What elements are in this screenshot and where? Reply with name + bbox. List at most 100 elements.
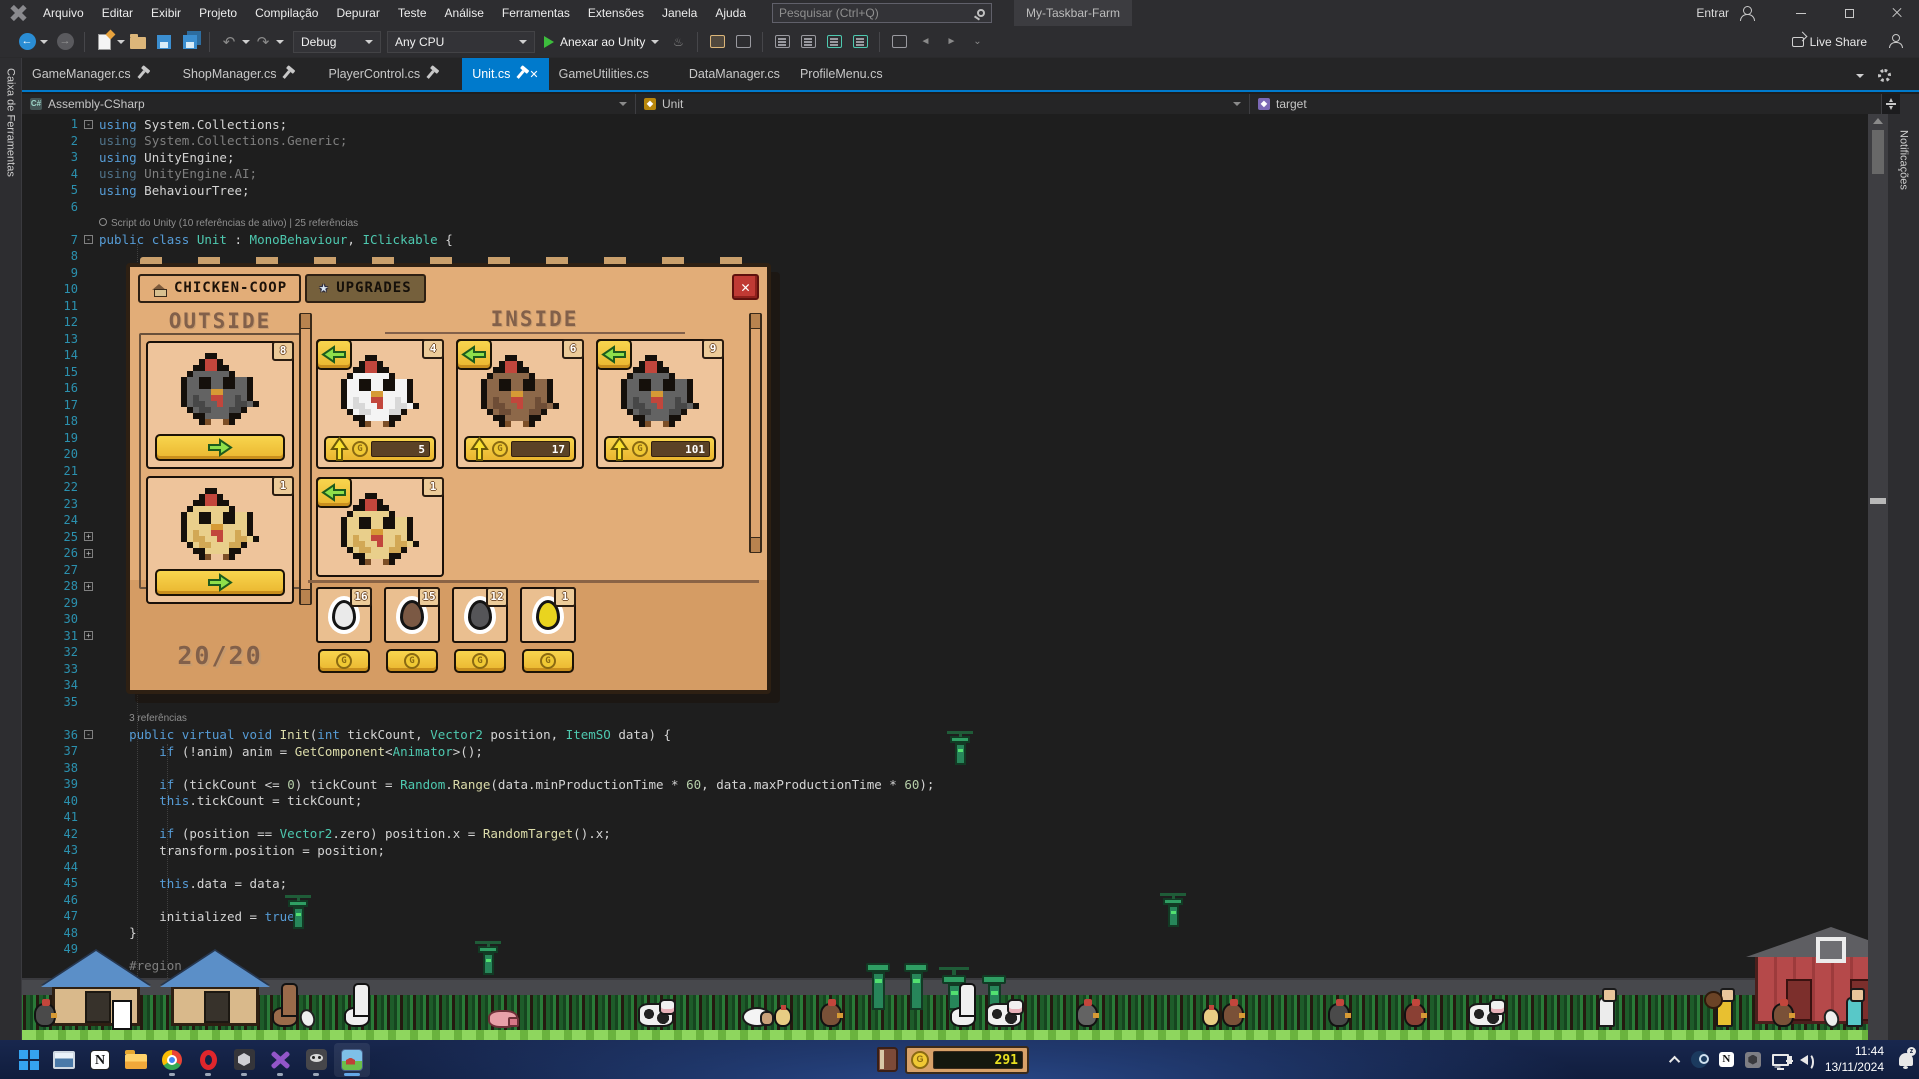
taskbar-app-explorer[interactable] <box>118 1043 154 1077</box>
redo-icon[interactable]: ↷ <box>252 31 274 53</box>
scroll-up-icon[interactable] <box>1873 118 1883 124</box>
navigate-forward-icon[interactable]: → <box>54 31 76 53</box>
sell-egg-button[interactable]: G <box>318 649 370 673</box>
undo-icon[interactable]: ↶ <box>218 31 240 53</box>
pin-icon[interactable] <box>137 70 145 79</box>
save-icon[interactable] <box>153 31 175 53</box>
maximize-button[interactable] <box>1827 0 1871 26</box>
close-game-window-button[interactable]: ✕ <box>732 274 759 300</box>
unity-tray-icon[interactable] <box>1745 1052 1761 1068</box>
new-file-dropdown-icon[interactable] <box>117 40 125 44</box>
tab-GameUtilities.cs[interactable]: GameUtilities.cs <box>549 58 659 90</box>
taskbar-app-unity[interactable] <box>226 1043 262 1077</box>
indent-guides-icon[interactable] <box>797 31 819 53</box>
menu-editar[interactable]: Editar <box>93 0 142 26</box>
minimize-button[interactable] <box>1779 0 1823 26</box>
codelens-references[interactable]: 3 referências <box>99 713 187 724</box>
pin-icon[interactable] <box>427 70 435 79</box>
codelens-references[interactable]: Script do Unity (10 referências de ativo… <box>99 218 358 229</box>
sort-lines-icon[interactable] <box>823 31 845 53</box>
word-wrap-icon[interactable] <box>849 31 871 53</box>
move-outside-button[interactable] <box>456 339 492 370</box>
taskbar-app-windows[interactable] <box>10 1043 46 1077</box>
steam-tray-icon[interactable] <box>1691 1051 1708 1068</box>
sell-egg-button[interactable]: G <box>386 649 438 673</box>
inside-slot-card[interactable]: 4G5 <box>316 339 444 469</box>
scrollbar-thumb[interactable] <box>1872 130 1884 174</box>
sell-egg-button[interactable]: G <box>522 649 574 673</box>
menu-depurar[interactable]: Depurar <box>327 0 388 26</box>
collapse-region-icon[interactable]: - <box>84 730 93 739</box>
game-tab-chicken-coop[interactable]: CHICKEN-COOP <box>138 274 301 303</box>
save-all-icon[interactable] <box>179 31 201 53</box>
upgrade-bar[interactable]: G5 <box>324 436 436 462</box>
feedback-icon[interactable] <box>1889 34 1905 50</box>
inside-slot-card[interactable]: 6G17 <box>456 339 584 469</box>
toolbox-side-tab[interactable]: Caixa de Ferramentas <box>0 58 22 1040</box>
taskbar-app-chrome[interactable] <box>154 1043 190 1077</box>
menu-janela[interactable]: Janela <box>653 0 706 26</box>
pin-icon[interactable] <box>517 70 525 79</box>
coin-counter-widget[interactable]: G 291 <box>905 1046 1029 1074</box>
expand-region-icon[interactable]: + <box>84 631 93 640</box>
project-dropdown[interactable]: C# Assembly-CSharp <box>22 94 636 114</box>
taskbar-app-farm-game[interactable] <box>334 1043 370 1077</box>
solution-configuration-dropdown[interactable]: Debug <box>293 31 381 53</box>
collapse-region-icon[interactable]: - <box>84 235 93 244</box>
bookmark-icon[interactable] <box>888 31 910 53</box>
hot-reload-icon[interactable]: ♨ <box>667 31 689 53</box>
expand-region-icon[interactable]: + <box>84 532 93 541</box>
move-outside-button[interactable] <box>316 477 352 508</box>
taskbar-clock[interactable]: 11:44 13/11/2024 <box>1825 1044 1884 1075</box>
move-outside-button[interactable] <box>596 339 632 370</box>
taskbar-app-notion[interactable]: N <box>82 1043 118 1077</box>
outside-slot-card[interactable]: 8 <box>146 341 294 469</box>
menu-análise[interactable]: Análise <box>436 0 493 26</box>
account-icon[interactable] <box>1739 5 1755 21</box>
expand-region-icon[interactable]: + <box>84 549 93 558</box>
open-file-icon[interactable] <box>127 31 149 53</box>
redo-dropdown-icon[interactable] <box>276 40 284 44</box>
close-window-button[interactable] <box>1875 0 1919 26</box>
sign-in-button[interactable]: Entrar <box>1696 6 1729 20</box>
menu-teste[interactable]: Teste <box>389 0 436 26</box>
collapse-region-icon[interactable]: - <box>84 120 93 129</box>
toolbar-overflow-icon[interactable]: ⌄ <box>966 31 988 53</box>
taskbar-app-task-manager[interactable] <box>46 1043 82 1077</box>
menu-extensões[interactable]: Extensões <box>579 0 653 26</box>
gear-icon[interactable] <box>1878 69 1891 82</box>
notification-bell-icon[interactable] <box>1899 1053 1913 1066</box>
close-tab-icon[interactable]: ✕ <box>529 68 538 81</box>
menu-compilação[interactable]: Compilação <box>246 0 327 26</box>
egg-slot-dark[interactable]: 12 <box>452 587 508 643</box>
new-file-icon[interactable] <box>93 31 115 53</box>
inside-slot-card[interactable]: 1 <box>316 477 444 577</box>
egg-slot-brown[interactable]: 15 <box>384 587 440 643</box>
egg-slot-white[interactable]: 16 <box>316 587 372 643</box>
solution-platform-dropdown[interactable]: Any CPU <box>387 31 535 53</box>
move-inside-button[interactable] <box>155 569 285 596</box>
attach-to-unity-button[interactable]: Anexar ao Unity <box>538 35 665 49</box>
expand-region-icon[interactable]: + <box>84 582 93 591</box>
volume-tray-icon[interactable] <box>1800 1055 1808 1065</box>
navigate-to-icon[interactable] <box>771 31 793 53</box>
taskbar-app-visual-studio[interactable] <box>262 1043 298 1077</box>
menu-arquivo[interactable]: Arquivo <box>34 0 93 26</box>
tab-ShopManager.cs[interactable]: ShopManager.cs <box>173 58 299 90</box>
network-tray-icon[interactable] <box>1772 1054 1789 1066</box>
previous-bookmark-icon[interactable]: ◄ <box>914 31 936 53</box>
tab-list-dropdown-icon[interactable] <box>1856 74 1864 78</box>
panel-divider-column[interactable] <box>299 313 312 605</box>
navigate-backward-dropdown-icon[interactable] <box>40 40 48 44</box>
find-in-files-icon[interactable] <box>706 31 728 53</box>
search-box[interactable]: Pesquisar (Ctrl+Q) <box>772 3 992 23</box>
live-share-button[interactable]: Live Share <box>1792 26 1867 58</box>
solution-explorer-home-icon[interactable] <box>732 31 754 53</box>
menu-projeto[interactable]: Projeto <box>190 0 246 26</box>
taskbar-app-gimp[interactable] <box>298 1043 334 1077</box>
upgrade-bar[interactable]: G101 <box>604 436 716 462</box>
book-widget-icon[interactable] <box>877 1047 898 1072</box>
outside-slot-card[interactable]: 1 <box>146 476 294 604</box>
tab-Unit.cs[interactable]: Unit.cs✕ <box>462 58 548 90</box>
notion-tray-icon[interactable]: N <box>1719 1052 1734 1067</box>
